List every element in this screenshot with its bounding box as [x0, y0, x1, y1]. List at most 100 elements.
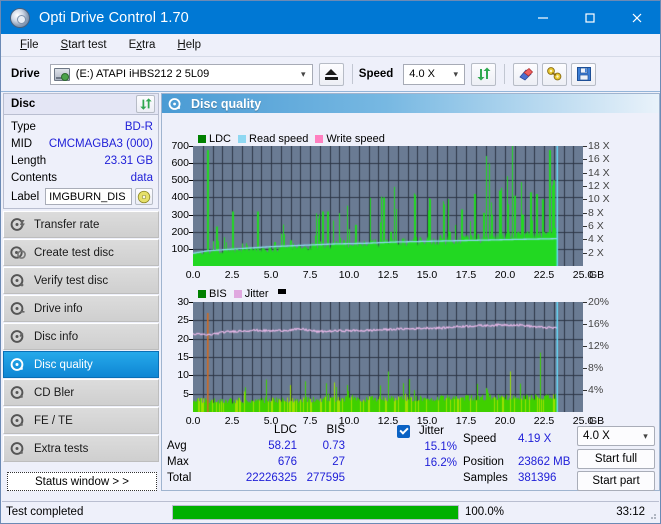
y-tickmark-0-500	[189, 180, 193, 181]
progress-fill	[173, 505, 458, 519]
x-axis-unit-0: GB	[589, 269, 605, 281]
start-full-button[interactable]: Start full	[577, 449, 655, 469]
y-tick-0-100: 100	[171, 242, 189, 255]
y-tick-1-5: 5	[183, 387, 189, 400]
y2-tick-1-4: 4%	[588, 384, 604, 396]
y2-tick-0-18X: 18 X	[588, 140, 610, 152]
legend-top-chart: LDC Read speed Write speed	[198, 133, 392, 145]
y2-tick-0-6X: 6 X	[588, 220, 604, 232]
close-button[interactable]	[613, 1, 660, 34]
y2-tick-0-8X: 8 X	[588, 206, 604, 219]
sidebar-label-disc-info: Disc info	[34, 330, 79, 343]
y2-tick-1-16: 16%	[588, 318, 610, 330]
y2-tick-1-12: 12%	[588, 340, 610, 352]
refresh-button[interactable]	[471, 62, 497, 86]
save-icon	[576, 67, 591, 81]
sidebar-item-cd-bler[interactable]: CD Bler	[3, 379, 159, 406]
eraser-icon	[519, 67, 534, 81]
chevron-down-icon: ▾	[643, 430, 648, 441]
test-speed-select[interactable]: 4.0 X ▾	[577, 426, 655, 446]
speed-select[interactable]: 4.0 X ▾	[403, 63, 466, 85]
maximize-button[interactable]	[566, 1, 613, 34]
drive-info-icon	[10, 301, 27, 316]
disc-label-input[interactable]: IMGBURN_DIS	[45, 188, 132, 205]
legend-swatch-bis	[198, 290, 206, 298]
x-tick-0-20.0: 20.0	[494, 269, 516, 281]
x-tick-0-2.5: 2.5	[224, 269, 240, 281]
disc-value-type: BD-R	[124, 120, 153, 133]
y2-tick-0-10X: 10 X	[588, 193, 610, 206]
legend-swatch-read-speed	[238, 135, 247, 143]
app-window: Opti Drive Control 1.70 File Start test …	[0, 0, 661, 524]
disc-key-label: Label	[11, 190, 40, 203]
save-button[interactable]	[571, 62, 597, 86]
position-stat-value: 23862 MB	[518, 456, 571, 468]
sidebar-item-verify-test-disc[interactable]: Verify test disc	[3, 267, 159, 294]
drive-label: Drive	[11, 68, 40, 80]
y-tick-0-500: 500	[171, 174, 189, 187]
y-tickmark-0-600	[189, 163, 193, 164]
tools-icon	[547, 67, 562, 81]
disc-value-length: 23.31 GB	[104, 154, 153, 167]
sidebar-item-disc-info[interactable]: Disc info	[3, 323, 159, 350]
erase-button[interactable]	[513, 62, 539, 86]
y2-tickmark-0-16X	[583, 159, 587, 160]
disc-panel-title: Disc	[11, 98, 36, 110]
y-tick-0-600: 600	[171, 157, 189, 170]
stats-ldc-total: 22226325	[245, 472, 297, 484]
jitter-checkbox[interactable]	[397, 425, 410, 438]
y2-tick-1-8: 8%	[588, 362, 604, 374]
progress-bar	[172, 504, 459, 520]
disc-label-icon-button[interactable]	[135, 188, 153, 205]
sidebar-item-extra-tests[interactable]: Extra tests	[3, 435, 159, 462]
eject-button[interactable]	[318, 62, 344, 86]
y-tickmark-1-10	[189, 375, 193, 376]
y2-tick-0-14X: 14 X	[588, 166, 610, 179]
sidebar-item-drive-info[interactable]: Drive info	[3, 295, 159, 322]
legend-label-read-speed: Read speed	[249, 133, 309, 145]
panel-header: Disc quality	[162, 94, 659, 113]
y2-tickmark-0-18X	[583, 146, 587, 147]
jitter-max-value: 16.2%	[424, 457, 457, 469]
y2-tickmark-0-8X	[583, 213, 587, 214]
disc-refresh-button[interactable]	[136, 95, 155, 113]
sidebar-item-create-test-disc[interactable]: Create test disc	[3, 239, 159, 266]
sidebar-item-transfer-rate[interactable]: Transfer rate	[3, 211, 159, 238]
sidebar-item-disc-quality[interactable]: Disc quality	[3, 351, 159, 378]
sidebar-label-cd-bler: CD Bler	[34, 386, 75, 399]
disc-info-list: Type BD-R MID CMCMAGBA3 (000) Length 23.…	[3, 115, 159, 209]
y2-tick-0-2X: 2 X	[588, 246, 604, 259]
status-bar: Test completed 100.0% 33:12	[2, 501, 659, 522]
y-tick-1-25: 25	[177, 314, 189, 327]
drive-icon	[53, 67, 70, 81]
disc-bler-icon	[10, 385, 27, 400]
window-controls	[519, 1, 660, 34]
y-tick-0-300: 300	[171, 208, 189, 221]
stats-header-bis: BIS	[326, 424, 345, 436]
status-window-button[interactable]: Status window > >	[7, 472, 157, 491]
resize-grip[interactable]	[647, 510, 657, 520]
disc-value-mid: CMCMAGBA3 (000)	[48, 137, 153, 150]
disc-key-type: Type	[11, 120, 36, 133]
y2-tick-0-4X: 4 X	[588, 233, 604, 246]
menu-item-extra[interactable]: Extra	[118, 37, 167, 53]
y-tickmark-1-5	[189, 394, 193, 395]
y-tickmark-1-20	[189, 339, 193, 340]
menu-item-help[interactable]: Help	[166, 37, 212, 53]
sidebar-item-fe-te[interactable]: FE / TE	[3, 407, 159, 434]
jitter-avg-value: 15.1%	[424, 441, 457, 453]
legend-label-ldc: LDC	[209, 133, 232, 145]
samples-stat-label: Samples	[463, 472, 508, 484]
speed-label: Speed	[358, 68, 394, 80]
menu-item-file[interactable]: File	[9, 37, 50, 53]
y-tickmark-0-400	[189, 197, 193, 198]
minimize-button[interactable]	[519, 1, 566, 34]
jitter-label: Jitter	[419, 425, 444, 437]
start-part-button[interactable]: Start part	[577, 471, 655, 491]
tools-button[interactable]	[542, 62, 568, 86]
progress-percent: 100.0%	[465, 506, 505, 518]
drive-select[interactable]: (E:) ATAPI iHBS212 2 5L09 ▾	[49, 63, 313, 85]
stats-row-label-max: Max	[167, 456, 189, 468]
disc-row-mid: MID CMCMAGBA3 (000)	[11, 135, 153, 152]
menu-item-start-test[interactable]: Start test	[50, 37, 118, 53]
